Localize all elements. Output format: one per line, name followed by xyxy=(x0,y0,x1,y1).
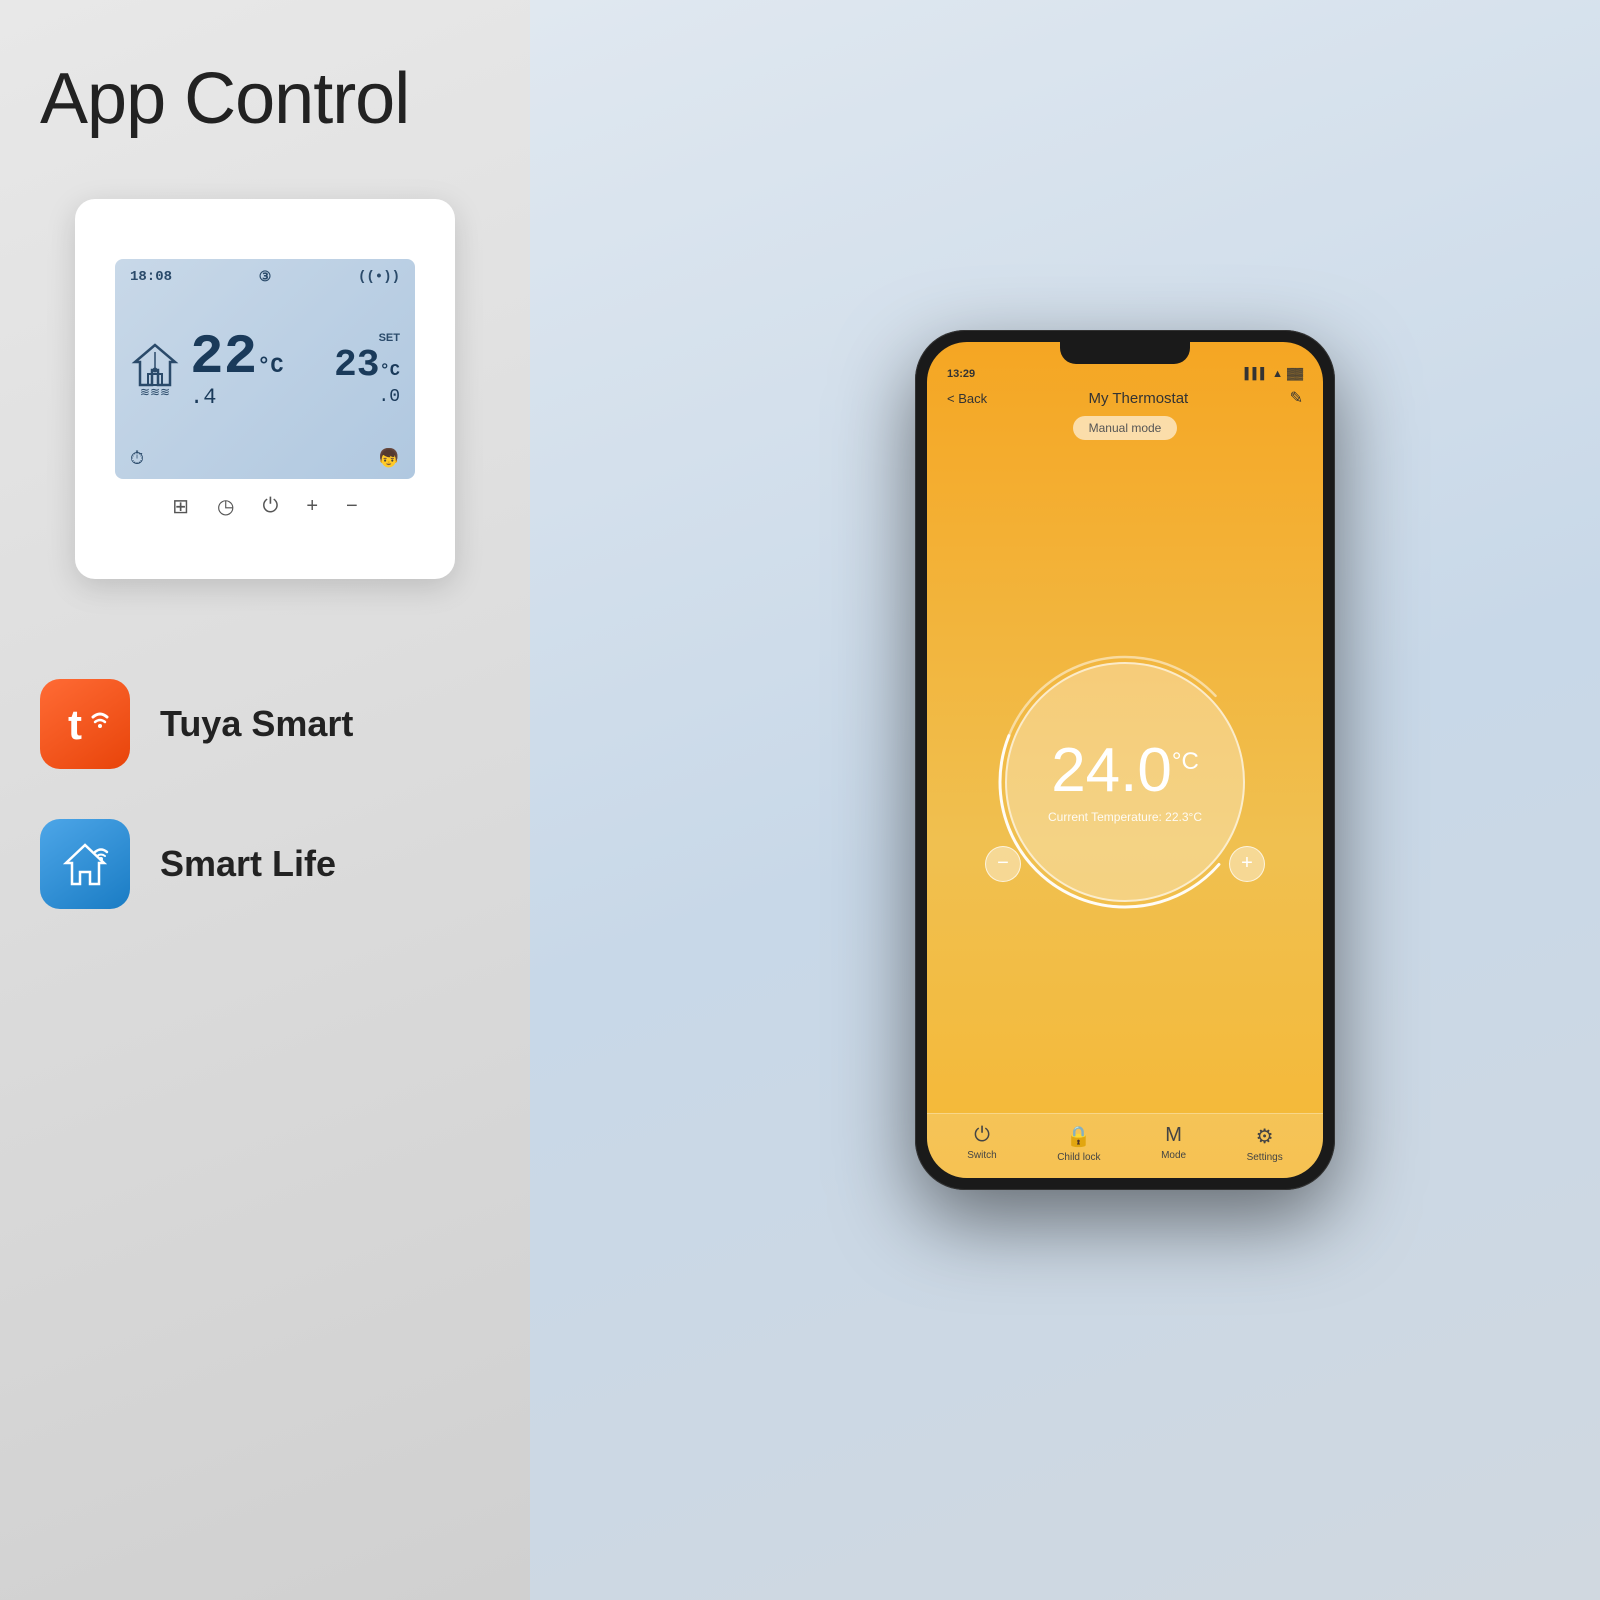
phone-screen: 13:29 ▌▌▌ ▲ ▓▓ < Back My Thermostat ✎ Ma… xyxy=(927,342,1323,1178)
nav-switch[interactable]: ⏻ Switch xyxy=(967,1124,996,1163)
temp-dial: 24.0 °C Current Temperature: 22.3°C xyxy=(1005,662,1245,902)
page-title: App Control xyxy=(40,60,409,139)
smartlife-brand-name: Smart Life xyxy=(160,843,336,885)
lcd-flame-icon: ≋≋≋ xyxy=(140,385,170,399)
thermo-btn-plus[interactable]: + xyxy=(306,495,318,518)
lcd-house-group: ≋≋≋ xyxy=(130,340,180,399)
app-title: My Thermostat xyxy=(1088,390,1188,407)
phone-frame: 13:29 ▌▌▌ ▲ ▓▓ < Back My Thermostat ✎ Ma… xyxy=(915,330,1335,1190)
lcd-house-icon xyxy=(130,340,180,390)
phone-notch xyxy=(1060,342,1190,364)
svg-text:t: t xyxy=(68,701,82,748)
smartlife-logo xyxy=(40,819,130,909)
left-panel: App Control 18:08 ③ ((•)) xyxy=(0,0,530,1600)
mode-badge-container: Manual mode xyxy=(927,416,1323,450)
lcd-decimal-temp: .4 xyxy=(190,385,324,410)
nav-mode[interactable]: M Mode xyxy=(1161,1124,1186,1163)
lcd-main-temp: 22°C xyxy=(190,329,324,385)
brand-section: t Tuya Smart S xyxy=(40,679,353,909)
nav-child-lock[interactable]: 🔒 Child lock xyxy=(1057,1124,1100,1163)
nav-settings[interactable]: ⚙ Settings xyxy=(1247,1124,1283,1163)
status-time: 13:29 xyxy=(947,368,975,380)
smartlife-brand-item: Smart Life xyxy=(40,819,353,909)
mode-icon: M xyxy=(1165,1124,1182,1147)
switch-icon: ⏻ xyxy=(974,1124,990,1147)
lcd-set-label: SET xyxy=(379,332,400,344)
lcd-clock-icon: ⏱ xyxy=(130,448,144,469)
lcd-set-area: SET 23°C .0 xyxy=(334,332,400,407)
settings-icon: ⚙ xyxy=(1256,1124,1274,1149)
app-header: < Back My Thermostat ✎ xyxy=(927,380,1323,416)
battery-icon: ▓▓ xyxy=(1287,368,1303,380)
signal-icon: ▌▌▌ xyxy=(1245,368,1268,380)
lcd-temp-area: 22°C .4 xyxy=(190,329,324,410)
tuya-brand-item: t Tuya Smart xyxy=(40,679,353,769)
phone-container: 13:29 ▌▌▌ ▲ ▓▓ < Back My Thermostat ✎ Ma… xyxy=(875,330,1375,1190)
child-lock-icon: 🔒 xyxy=(1066,1124,1091,1149)
tuya-logo: t xyxy=(40,679,130,769)
lcd-top-row: 18:08 ③ ((•)) xyxy=(130,269,400,286)
thermo-btn-power[interactable]: ⏻ xyxy=(263,495,279,518)
lcd-bottom-row: ⏱ 👦 xyxy=(130,448,400,469)
thermostat-device: 18:08 ③ ((•)) xyxy=(75,199,455,579)
back-button[interactable]: < Back xyxy=(947,391,987,406)
temp-unit: °C xyxy=(1172,748,1199,776)
settings-label: Settings xyxy=(1247,1152,1283,1163)
child-lock-label: Child lock xyxy=(1057,1152,1100,1163)
minus-button[interactable]: − xyxy=(985,846,1021,882)
wifi-status-icon: ▲ xyxy=(1272,368,1283,380)
plus-button[interactable]: + xyxy=(1229,846,1265,882)
lcd-child-lock-icon: 👦 xyxy=(378,448,400,469)
temp-value: 24.0 xyxy=(1051,740,1172,802)
right-panel: 13:29 ▌▌▌ ▲ ▓▓ < Back My Thermostat ✎ Ma… xyxy=(530,0,1600,1600)
app-bottom-nav: ⏻ Switch 🔒 Child lock M Mode ⚙ Settings xyxy=(927,1113,1323,1178)
lcd-wifi: ((•)) xyxy=(358,269,400,285)
lcd-screen: 18:08 ③ ((•)) xyxy=(115,259,415,479)
status-icons: ▌▌▌ ▲ ▓▓ xyxy=(1245,368,1303,380)
status-bar: 13:29 ▌▌▌ ▲ ▓▓ xyxy=(927,364,1323,380)
thermo-btn-clock[interactable]: ◷ xyxy=(217,494,234,519)
temp-dial-container: 24.0 °C Current Temperature: 22.3°C − + xyxy=(927,450,1323,1113)
thermo-btn-menu[interactable]: ⊞ xyxy=(172,494,189,519)
lcd-set-decimal: .0 xyxy=(378,387,400,407)
lcd-main-area: ≋≋≋ 22°C .4 SET 23°C .0 xyxy=(130,291,400,448)
lcd-program: ③ xyxy=(259,269,272,286)
tuya-brand-name: Tuya Smart xyxy=(160,703,353,745)
mode-badge[interactable]: Manual mode xyxy=(1073,416,1178,440)
thermostat-button-row: ⊞ ◷ ⏻ + − xyxy=(172,494,357,519)
lcd-set-temp: 23°C xyxy=(334,344,400,387)
mode-label: Mode xyxy=(1161,1150,1186,1161)
edit-icon[interactable]: ✎ xyxy=(1290,388,1303,408)
switch-label: Switch xyxy=(967,1150,996,1161)
thermo-btn-minus[interactable]: − xyxy=(346,495,358,518)
dial-wrapper: 24.0 °C Current Temperature: 22.3°C − + xyxy=(1005,662,1245,902)
current-temp-label: Current Temperature: 22.3°C xyxy=(1048,810,1202,824)
temperature-display: 24.0 °C xyxy=(1051,740,1199,802)
lcd-time: 18:08 xyxy=(130,269,172,285)
